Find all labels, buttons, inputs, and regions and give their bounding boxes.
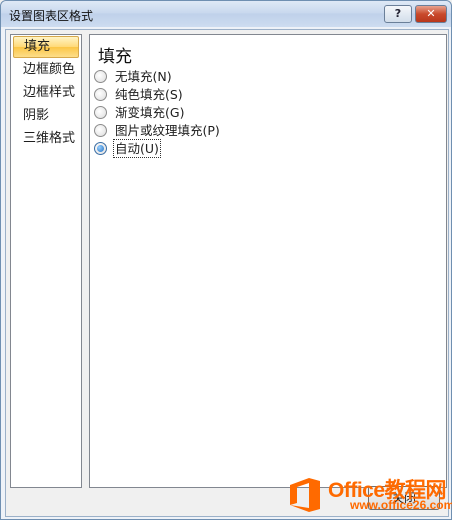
- help-button[interactable]: ?: [384, 5, 412, 23]
- section-title: 填充: [98, 47, 132, 67]
- watermark: Office教程网 www.office26.com: [288, 474, 452, 518]
- radio-button[interactable]: [94, 106, 107, 119]
- radio-label: 纯色填充(S): [115, 87, 183, 102]
- office-logo-icon: [290, 478, 320, 512]
- title-bar[interactable]: 设置图表区格式 ? ✕: [1, 1, 451, 27]
- nav-item-3d-format[interactable]: 三维格式: [13, 128, 79, 150]
- nav-item-border-style[interactable]: 边框样式: [13, 82, 79, 104]
- radio-no-fill[interactable]: 无填充(N): [94, 68, 172, 86]
- dialog-title: 设置图表区格式: [9, 9, 94, 23]
- radio-button[interactable]: [94, 88, 107, 101]
- radio-automatic[interactable]: 自动(U): [94, 139, 161, 158]
- radio-button[interactable]: [94, 124, 107, 137]
- nav-item-fill[interactable]: 填充: [13, 36, 79, 58]
- nav-item-border-color[interactable]: 边框颜色: [13, 59, 79, 81]
- radio-picture-fill[interactable]: 图片或纹理填充(P): [94, 122, 220, 140]
- watermark-url: www.office26.com: [350, 498, 452, 512]
- radio-label: 自动(U): [113, 139, 161, 158]
- radio-button-checked[interactable]: [94, 142, 107, 155]
- radio-gradient-fill[interactable]: 渐变填充(G): [94, 104, 184, 122]
- options-panel: 填充 无填充(N) 纯色填充(S) 渐变填充(G) 图片或纹理填充(P) 自动(…: [89, 34, 447, 488]
- dialog-window: 设置图表区格式 ? ✕ 填充 边框颜色 边框样式 阴影 三维格式 填充 无填充(…: [0, 0, 452, 520]
- nav-item-shadow[interactable]: 阴影: [13, 105, 79, 127]
- window-close-button[interactable]: ✕: [415, 5, 447, 23]
- radio-label: 无填充(N): [115, 69, 172, 84]
- radio-label: 图片或纹理填充(P): [115, 123, 220, 138]
- radio-label: 渐变填充(G): [115, 105, 185, 120]
- dialog-body: 填充 边框颜色 边框样式 阴影 三维格式 填充 无填充(N) 纯色填充(S) 渐…: [5, 29, 449, 517]
- radio-solid-fill[interactable]: 纯色填充(S): [94, 86, 183, 104]
- category-list: 填充 边框颜色 边框样式 阴影 三维格式: [10, 34, 82, 488]
- radio-button[interactable]: [94, 70, 107, 83]
